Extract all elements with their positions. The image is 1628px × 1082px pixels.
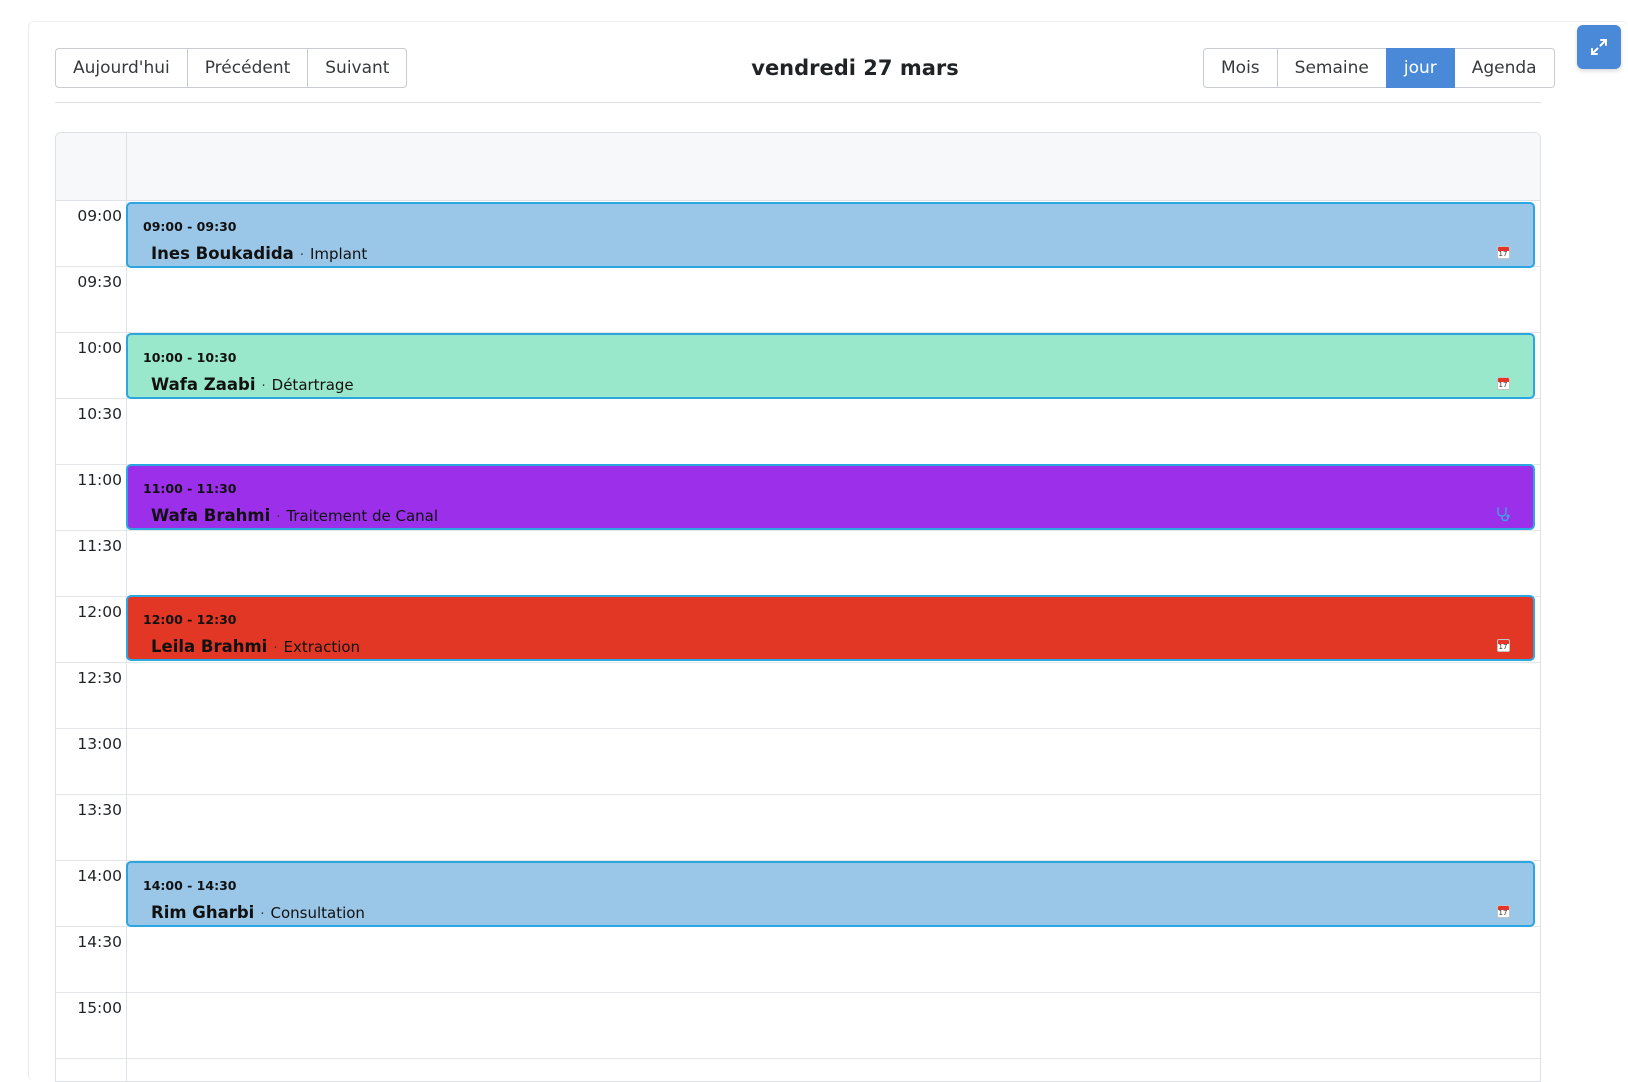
- time-label: 13:00: [77, 735, 122, 753]
- event-type: Consultation: [270, 904, 365, 922]
- event-type: Traitement de Canal: [286, 507, 439, 525]
- appointment-event[interactable]: 14:00 - 14:30 Rim Gharbi · Consultation 17: [126, 861, 1535, 927]
- stethoscope-icon: [1495, 506, 1511, 522]
- event-patient-name: Wafa Zaabi: [151, 375, 256, 394]
- event-time: 10:00 - 10:30: [143, 350, 237, 365]
- calendar-icon: 17: [1495, 637, 1511, 653]
- event-separator: ·: [260, 907, 265, 922]
- appointment-event[interactable]: 11:00 - 11:30 Wafa Brahmi · Traitement de …: [126, 464, 1535, 530]
- time-label: 15:00: [77, 999, 122, 1017]
- time-slot[interactable]: 09:30: [56, 267, 1540, 333]
- time-slot[interactable]: 12:30: [56, 663, 1540, 729]
- event-time: 14:00 - 14:30: [143, 878, 237, 893]
- appointment-event[interactable]: 10:00 - 10:30 Wafa Zaabi · Détartrage 17: [126, 333, 1535, 399]
- time-label: 10:00: [77, 339, 122, 357]
- event-details: Leila Brahmi · Extraction: [151, 637, 360, 656]
- event-type: Extraction: [283, 638, 361, 656]
- event-separator: ·: [299, 248, 304, 263]
- event-patient-name: Rim Gharbi: [151, 903, 255, 922]
- view-month-button[interactable]: Mois: [1203, 48, 1278, 88]
- appointment-event[interactable]: 09:00 - 09:30 Ines Boukadida · Implant 17: [126, 202, 1535, 268]
- appointment-event[interactable]: 12:00 - 12:30 Leila Brahmi · Extraction 17: [126, 595, 1535, 661]
- view-button-group: Mois Semaine jour Agenda: [1203, 48, 1555, 88]
- time-label: 14:00: [77, 867, 122, 885]
- event-type: Implant: [309, 245, 368, 263]
- time-label: 10:30: [77, 405, 122, 423]
- event-patient-name: Ines Boukadida: [151, 244, 294, 263]
- event-details: Wafa Brahmi · Traitement de Canal: [151, 506, 438, 525]
- event-separator: ·: [273, 641, 278, 656]
- time-slot[interactable]: 10:30: [56, 399, 1540, 465]
- previous-button[interactable]: Précédent: [186, 48, 309, 88]
- next-button[interactable]: Suivant: [307, 48, 408, 88]
- navigation-button-group: Aujourd'hui Précédent Suivant: [55, 48, 408, 88]
- event-details: Ines Boukadida · Implant: [151, 244, 367, 263]
- day-view-grid: 09:00 09:30 10:00 10:30 11:00 11:30 12:0…: [55, 132, 1541, 1082]
- time-slot[interactable]: 14:30: [56, 927, 1540, 993]
- header-gutter-divider: [126, 133, 127, 201]
- event-details: Rim Gharbi · Consultation: [151, 903, 365, 922]
- event-separator: ·: [276, 510, 281, 525]
- view-day-button[interactable]: jour: [1385, 48, 1455, 88]
- time-slot[interactable]: 11:30: [56, 531, 1540, 597]
- event-patient-name: Leila Brahmi: [151, 637, 268, 656]
- event-time: 11:00 - 11:30: [143, 481, 237, 496]
- event-separator: ·: [261, 379, 266, 394]
- time-label: 09:30: [77, 273, 122, 291]
- calendar-title: vendredi 27 mars: [751, 56, 959, 80]
- time-slot[interactable]: 13:00: [56, 729, 1540, 795]
- time-label: 11:30: [77, 537, 122, 555]
- time-slot[interactable]: 15:00: [56, 993, 1540, 1059]
- time-label: 11:00: [77, 471, 122, 489]
- toolbar-divider: [55, 102, 1541, 103]
- view-agenda-button[interactable]: Agenda: [1453, 48, 1555, 88]
- calendar-icon: 17: [1495, 244, 1511, 260]
- time-label: 13:30: [77, 801, 122, 819]
- time-label: 12:00: [77, 603, 122, 621]
- event-details: Wafa Zaabi · Détartrage: [151, 375, 354, 394]
- calendar-icon: 17: [1495, 903, 1511, 919]
- event-time: 09:00 - 09:30: [143, 219, 237, 234]
- view-week-button[interactable]: Semaine: [1276, 48, 1387, 88]
- event-time: 12:00 - 12:30: [143, 612, 237, 627]
- time-label: 09:00: [77, 207, 122, 225]
- time-label: 14:30: [77, 933, 122, 951]
- today-button[interactable]: Aujourd'hui: [55, 48, 188, 88]
- day-header: [56, 133, 1540, 201]
- time-slot[interactable]: 13:30: [56, 795, 1540, 861]
- calendar-toolbar: Aujourd'hui Précédent Suivant vendredi 2…: [55, 48, 1628, 88]
- event-type: Détartrage: [271, 376, 354, 394]
- event-patient-name: Wafa Brahmi: [151, 506, 271, 525]
- calendar-icon: 17: [1495, 375, 1511, 391]
- time-label: 12:30: [77, 669, 122, 687]
